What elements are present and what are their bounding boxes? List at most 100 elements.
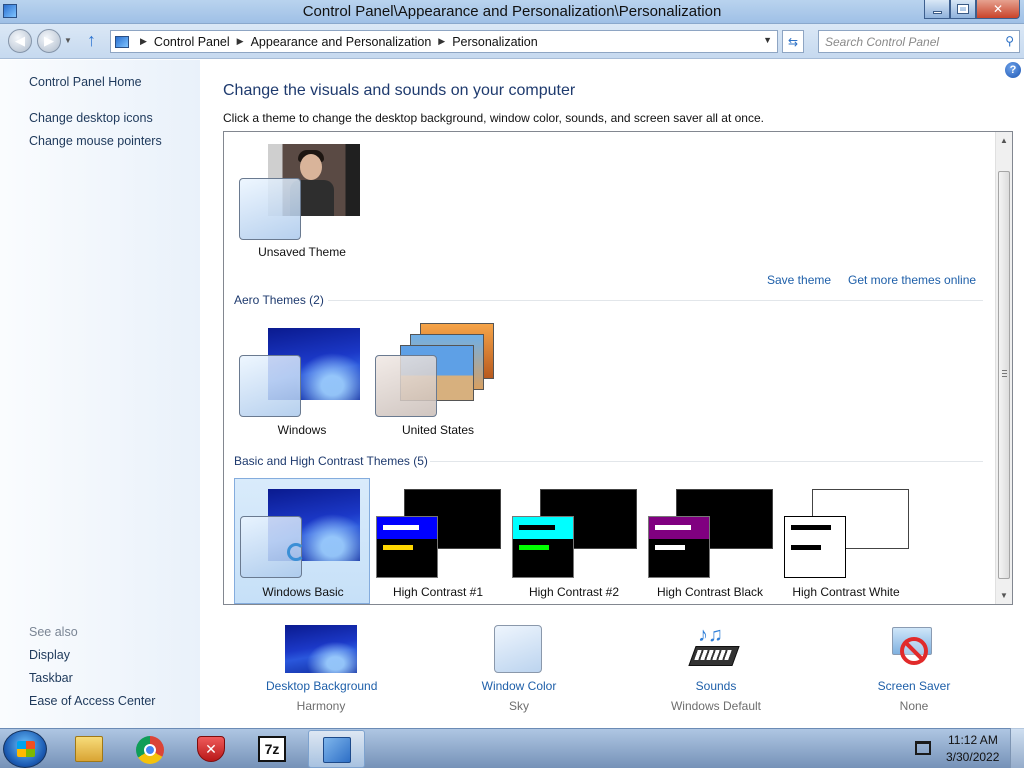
window-title: Control Panel\Appearance and Personaliza…: [302, 3, 722, 20]
task-pane: Control Panel Home Change desktop icons …: [0, 60, 200, 728]
aero-themes-header: Aero Themes (2): [234, 293, 324, 307]
theme-window-color-preview: [512, 516, 574, 578]
get-more-themes-link[interactable]: Get more themes online: [848, 273, 976, 287]
breadcrumb-separator-icon[interactable]: ▶: [140, 36, 147, 47]
help-icon: ?: [1009, 64, 1017, 76]
sounds-icon: ♪♫: [688, 624, 740, 674]
recent-pages-dropdown[interactable]: ▼: [64, 36, 72, 45]
taskbar: ✕ 7z: [0, 728, 1024, 768]
setting-label[interactable]: Window Color: [474, 679, 564, 693]
minimize-button[interactable]: [924, 0, 950, 19]
start-button[interactable]: [3, 730, 47, 768]
taskbar-7zip[interactable]: 7z: [244, 730, 301, 768]
window-color-icon: [494, 625, 542, 673]
hc-bar: [519, 545, 549, 550]
address-bar[interactable]: ▶ Control Panel ▶ Appearance and Persona…: [110, 30, 778, 53]
breadcrumb-personalization[interactable]: Personalization: [452, 35, 537, 49]
theme-label: High Contrast #2: [528, 585, 620, 599]
hc-bar: [791, 525, 831, 530]
theme-window-color-preview: [376, 516, 438, 578]
setting-value: Windows Default: [670, 699, 762, 713]
hc-bar: [655, 525, 691, 530]
title-bar: Control Panel\Appearance and Personaliza…: [0, 0, 1024, 24]
display-link[interactable]: Display: [29, 648, 70, 662]
chrome-center: [144, 744, 156, 756]
refresh-button[interactable]: ⇆: [782, 30, 804, 53]
taskbar-link[interactable]: Taskbar: [29, 671, 73, 685]
setting-label[interactable]: Desktop Background: [266, 679, 377, 693]
refresh-icon: ⇆: [787, 34, 799, 49]
taskbar-control-panel[interactable]: [308, 730, 365, 768]
theme-windows[interactable]: Windows: [234, 320, 370, 446]
control-panel-home-link[interactable]: Control Panel Home: [29, 75, 142, 89]
search-input[interactable]: [819, 31, 989, 52]
theme-high-contrast-white[interactable]: High Contrast White: [778, 478, 914, 604]
theme-high-contrast-black[interactable]: High Contrast Black: [642, 478, 778, 604]
scroll-up-arrow-icon[interactable]: ▲: [996, 132, 1012, 149]
breadcrumb-separator-icon[interactable]: ▶: [237, 36, 244, 47]
vertical-scrollbar[interactable]: ▲ ▼: [995, 132, 1012, 604]
ease-of-access-link[interactable]: Ease of Access Center: [29, 694, 155, 708]
up-level-button[interactable]: ↑: [87, 30, 96, 51]
theme-high-contrast-1[interactable]: High Contrast #1: [370, 478, 506, 604]
setting-value: Sky: [508, 699, 529, 713]
theme-unsaved[interactable]: Unsaved Theme: [234, 140, 370, 266]
windows-logo-icon: [17, 741, 35, 757]
search-icon[interactable]: ⚲: [1005, 34, 1014, 48]
security-shield-icon: ✕: [197, 736, 225, 762]
maximize-button[interactable]: [950, 0, 976, 19]
theme-windows-basic[interactable]: Windows Basic: [234, 478, 370, 604]
clock-time[interactable]: 11:12 AM: [948, 733, 998, 747]
scroll-thumb[interactable]: [998, 171, 1010, 579]
hc-bar: [791, 545, 821, 550]
setting-value: Harmony: [296, 699, 346, 713]
theme-high-contrast-2[interactable]: High Contrast #2: [506, 478, 642, 604]
file-explorer-icon: [75, 736, 103, 762]
control-panel-icon: [323, 737, 351, 763]
keys-shape: [694, 650, 732, 660]
taskbar-security[interactable]: ✕: [183, 730, 240, 768]
close-button[interactable]: ✕: [976, 0, 1020, 19]
theme-window-color-preview: [239, 178, 301, 240]
setting-label[interactable]: Sounds: [666, 679, 766, 693]
network-icon[interactable]: [915, 741, 931, 755]
change-mouse-pointers-link[interactable]: Change mouse pointers: [29, 134, 162, 148]
search-box[interactable]: ⚲: [818, 30, 1020, 53]
window-controls: ✕: [924, 0, 1020, 19]
save-theme-link[interactable]: Save theme: [767, 273, 831, 287]
clock-date[interactable]: 3/30/2022: [946, 750, 999, 764]
photo-face: [300, 154, 322, 180]
theme-label: Unsaved Theme: [258, 245, 346, 259]
setting-value: None: [899, 699, 929, 713]
forward-button[interactable]: ▶: [37, 29, 61, 53]
basic-themes-header: Basic and High Contrast Themes (5): [234, 454, 428, 468]
page-title: Change the visuals and sounds on your co…: [223, 82, 576, 99]
help-button[interactable]: ?: [1005, 62, 1021, 78]
window-color-setting[interactable]: Window Color Sky: [474, 624, 564, 716]
taskbar-chrome[interactable]: [122, 730, 179, 768]
minimize-icon: [932, 10, 942, 14]
taskbar-file-explorer[interactable]: [61, 730, 118, 768]
group-divider: [430, 461, 983, 462]
breadcrumb-control-panel[interactable]: Control Panel: [154, 35, 230, 49]
screen-saver-setting[interactable]: Screen Saver None: [874, 624, 954, 716]
control-panel-icon: [115, 35, 129, 48]
theme-label: High Contrast Black: [656, 585, 764, 599]
theme-list[interactable]: Unsaved Theme Save theme Get more themes…: [223, 131, 1013, 605]
theme-label: Windows: [277, 423, 327, 437]
breadcrumb-appearance[interactable]: Appearance and Personalization: [251, 35, 432, 49]
group-divider: [328, 300, 983, 301]
change-desktop-icons-link[interactable]: Change desktop icons: [29, 111, 153, 125]
sounds-setting[interactable]: ♪♫ Sounds Windows Default: [666, 624, 766, 716]
desktop-background-setting[interactable]: Desktop Background Harmony: [266, 624, 377, 716]
address-dropdown-icon[interactable]: ▼: [763, 35, 772, 45]
breadcrumb-separator-icon[interactable]: ▶: [438, 36, 445, 47]
show-desktop-button[interactable]: [1010, 728, 1024, 768]
scroll-down-arrow-icon[interactable]: ▼: [996, 587, 1012, 604]
theme-united-states[interactable]: United States: [370, 320, 506, 446]
theme-label: United States: [401, 423, 475, 437]
theme-window-color-preview: [648, 516, 710, 578]
back-button[interactable]: ◀: [8, 29, 32, 53]
setting-label[interactable]: Screen Saver: [874, 679, 954, 693]
theme-window-color-preview: [784, 516, 846, 578]
